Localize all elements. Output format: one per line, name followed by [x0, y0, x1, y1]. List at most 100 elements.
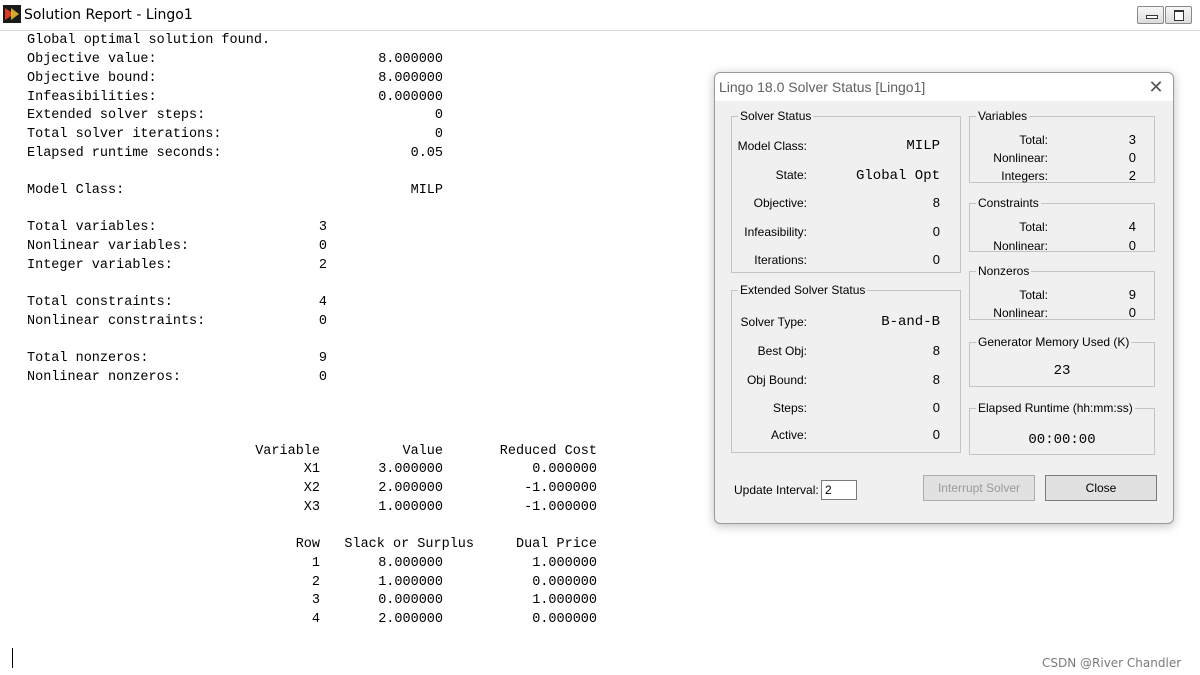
dialog-title: Lingo 18.0 Solver Status [Lingo1]	[719, 79, 926, 95]
variable-table-cell: X3	[303, 500, 320, 515]
row-table-cell: 0.000000	[532, 612, 597, 627]
report-label: Total variables:	[27, 220, 157, 235]
constraints-nonlinear-value: 0	[1128, 238, 1136, 253]
lingo-app-icon	[3, 5, 21, 23]
constraints-group: Constraints Total: 4 Nonlinear: 0	[969, 196, 1155, 253]
interrupt-solver-button[interactable]: Interrupt Solver	[923, 475, 1035, 501]
variable-table-cell: 1.000000	[378, 500, 443, 515]
active-label: Active:	[770, 428, 807, 442]
report-label: Nonlinear constraints:	[27, 314, 206, 329]
report-value: 3	[318, 220, 327, 235]
variables-integers-value: 2	[1128, 168, 1136, 183]
row-table-cell: 4	[311, 612, 320, 627]
row-table-header: Dual Price	[515, 537, 597, 552]
row-table-header: Slack or Surplus	[344, 537, 474, 552]
report-value: 0	[318, 314, 327, 329]
report-value: 0.000000	[378, 90, 443, 105]
generator-memory-group: Generator Memory Used (K) 23	[969, 335, 1155, 387]
iterations-label: Iterations:	[754, 253, 807, 267]
variable-table-header: Value	[402, 444, 443, 459]
report-label: Model Class:	[27, 183, 125, 198]
variable-table-header: Reduced Cost	[499, 444, 597, 459]
solver-status-group: Solver Status Model Class: MILP State: G…	[731, 109, 961, 273]
row-table-cell: 1.000000	[378, 575, 443, 590]
report-value: 0	[434, 108, 443, 123]
close-button[interactable]: Close	[1045, 475, 1157, 501]
report-label: Infeasibilities:	[27, 90, 157, 105]
report-value: 0.05	[410, 146, 443, 161]
infeasibility-value: 0	[932, 224, 940, 239]
window-title: Solution Report - Lingo1	[24, 7, 193, 23]
model-class-value: MILP	[906, 138, 940, 154]
active-value: 0	[932, 427, 940, 442]
nonzeros-group: Nonzeros Total: 9 Nonlinear: 0	[969, 264, 1155, 320]
variable-table-cell: 3.000000	[378, 462, 443, 477]
nonzeros-total-value: 9	[1128, 287, 1136, 302]
extended-solver-status-group: Extended Solver Status Solver Type: B-an…	[731, 283, 961, 453]
nonzeros-total-label: Total:	[1019, 288, 1048, 302]
variable-table-cell: 0.000000	[532, 462, 597, 477]
row-table-cell: 8.000000	[378, 556, 443, 571]
group-legend: Nonzeros	[978, 264, 1030, 278]
best-obj-value: 8	[932, 343, 940, 358]
report-value: 0	[318, 370, 327, 385]
steps-value: 0	[932, 400, 940, 415]
variables-group: Variables Total: 3 Nonlinear: 0 Integers…	[969, 109, 1155, 183]
report-label: Integer variables:	[27, 258, 173, 273]
variables-integers-label: Integers:	[1001, 169, 1048, 183]
report-label: Objective bound:	[27, 71, 157, 86]
report-value: 8.000000	[378, 71, 443, 86]
variables-nonlinear-label: Nonlinear:	[993, 151, 1048, 165]
minimize-button[interactable]	[1137, 6, 1164, 24]
report-value: 0	[318, 239, 327, 254]
title-bar: Solution Report - Lingo1	[0, 0, 1200, 31]
objective-label: Objective:	[753, 196, 807, 210]
restore-button[interactable]	[1165, 6, 1192, 24]
dialog-title-bar: Lingo 18.0 Solver Status [Lingo1] ✕	[715, 73, 1173, 101]
state-value: Global Opt	[855, 168, 940, 184]
group-legend: Constraints	[978, 196, 1039, 210]
elapsed-runtime-value: 00:00:00	[1028, 432, 1096, 448]
report-value: 2	[318, 258, 327, 273]
update-interval-label: Update Interval:	[734, 483, 819, 497]
watermark-text: CSDN @River Chandler	[1042, 656, 1182, 670]
group-legend: Extended Solver Status	[740, 283, 866, 297]
variable-table-cell: 2.000000	[378, 481, 443, 496]
report-value: 4	[318, 295, 327, 310]
report-status-line: Global optimal solution found.	[27, 33, 271, 48]
report-label: Objective value:	[27, 52, 157, 67]
report-value: 8.000000	[378, 52, 443, 67]
report-label: Extended solver steps:	[27, 108, 206, 123]
nonzeros-nonlinear-label: Nonlinear:	[993, 306, 1048, 320]
steps-label: Steps:	[772, 401, 807, 415]
row-table-cell: 0.000000	[532, 575, 597, 590]
update-interval-input[interactable]	[821, 480, 857, 500]
elapsed-runtime-group: Elapsed Runtime (hh:mm:ss) 00:00:00	[969, 401, 1155, 455]
variables-nonlinear-value: 0	[1128, 150, 1136, 165]
report-value: 9	[318, 351, 327, 366]
obj-bound-label: Obj Bound:	[746, 373, 807, 387]
row-table-cell: 1.000000	[532, 593, 597, 608]
variable-table-cell: X1	[303, 462, 320, 477]
close-icon[interactable]: ✕	[1145, 76, 1167, 98]
row-table-cell: 2.000000	[378, 612, 443, 627]
variables-total-value: 3	[1128, 132, 1136, 147]
report-label: Elapsed runtime seconds:	[27, 146, 222, 161]
group-legend: Solver Status	[740, 109, 812, 123]
iterations-value: 0	[932, 252, 940, 267]
variable-table-header: Variable	[255, 444, 320, 459]
solver-type-value: B-and-B	[881, 314, 940, 330]
variable-table-cell: X2	[303, 481, 320, 496]
report-label: Nonlinear nonzeros:	[27, 370, 181, 385]
minimize-icon	[1146, 15, 1158, 19]
report-label: Total solver iterations:	[27, 127, 222, 142]
report-label: Total nonzeros:	[27, 351, 149, 366]
row-table-cell: 1.000000	[532, 556, 597, 571]
report-value: MILP	[410, 183, 443, 198]
row-table-cell: 2	[311, 575, 320, 590]
constraints-nonlinear-label: Nonlinear:	[993, 239, 1048, 253]
state-label: State:	[775, 168, 807, 182]
constraints-total-label: Total:	[1019, 220, 1048, 234]
variables-total-label: Total:	[1019, 133, 1048, 147]
generator-memory-value: 23	[1053, 363, 1071, 379]
